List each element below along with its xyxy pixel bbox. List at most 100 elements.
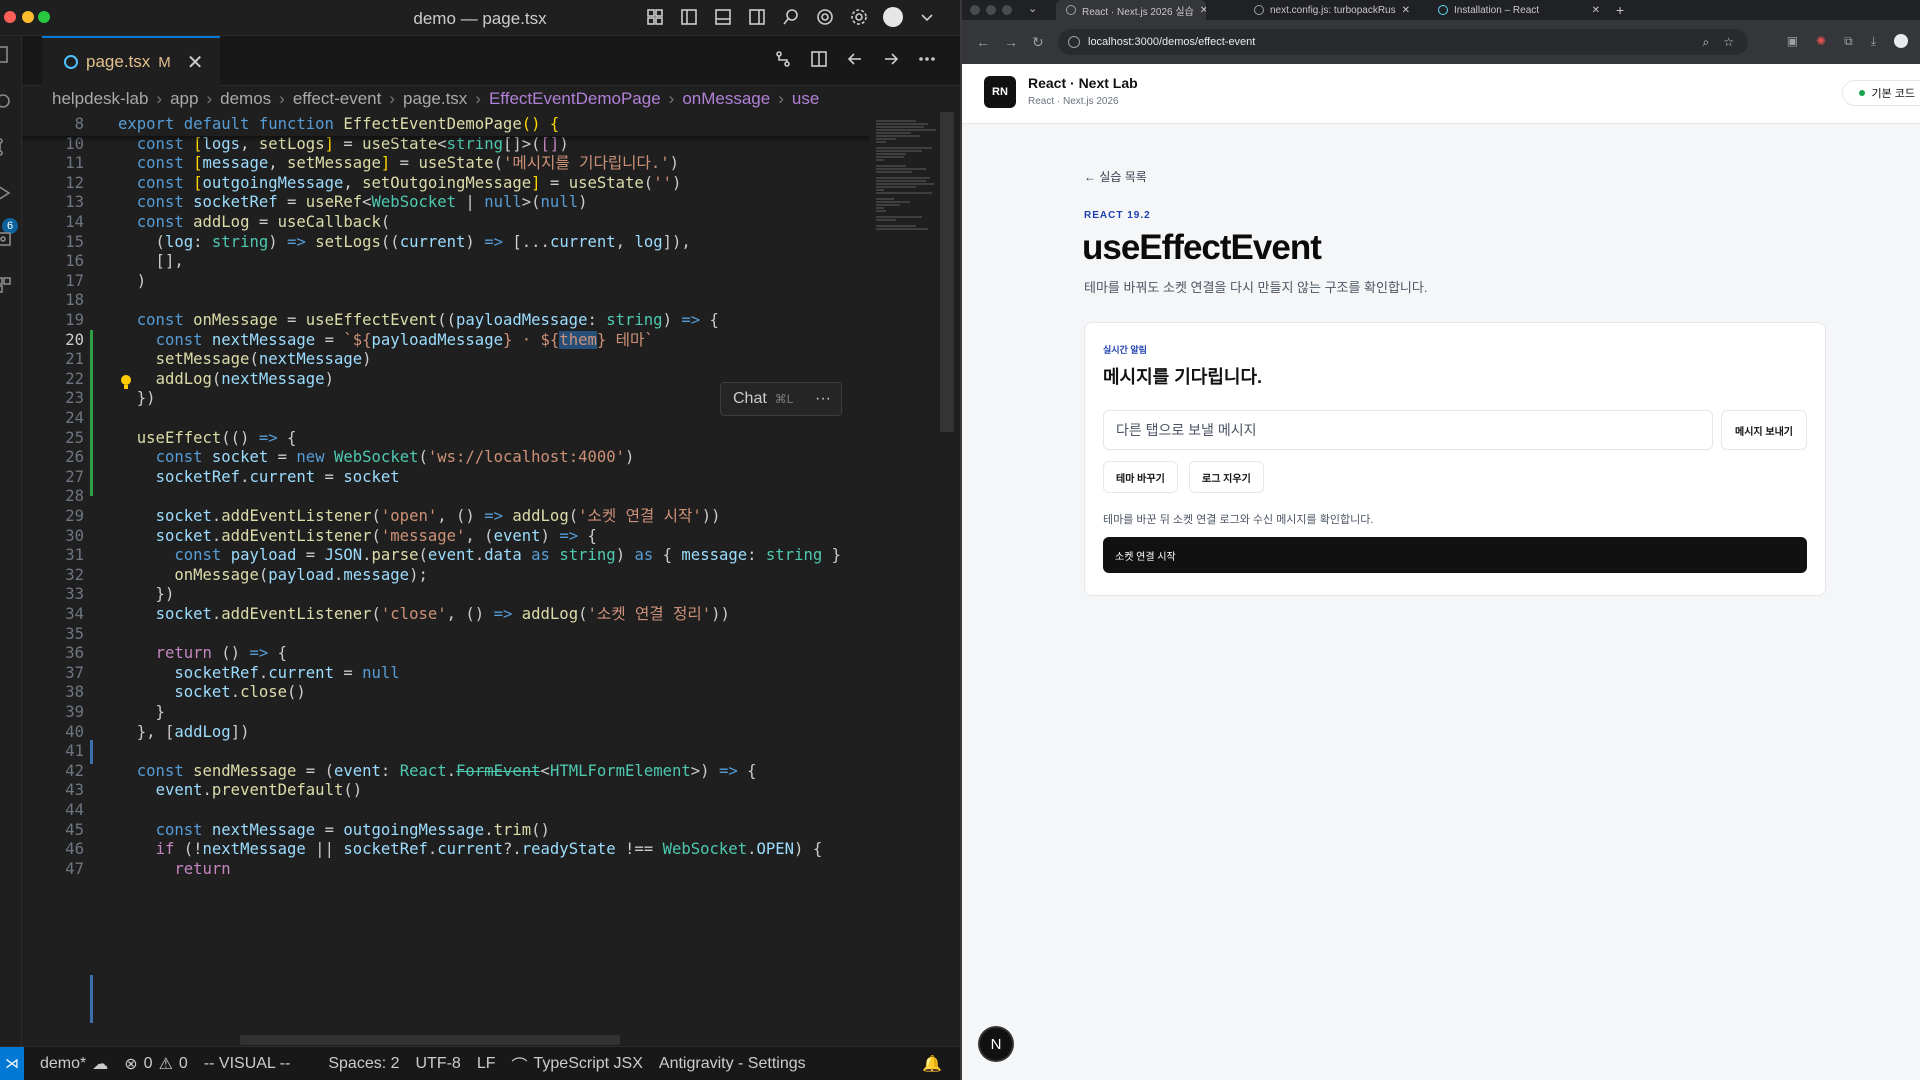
code-mode-pill[interactable]: 기본 코드 [1842,80,1920,106]
nextjs-dev-indicator[interactable]: N [980,1028,1012,1060]
download-icon[interactable]: ⤓ [1871,34,1876,49]
breadcrumb-item[interactable]: page.tsx [403,89,467,109]
minimap-line [876,156,904,158]
antigravity-settings[interactable]: Antigravity - Settings [659,1055,806,1073]
warning-count: 0 [178,1054,188,1072]
indentation-status[interactable]: Spaces: 2 [328,1055,399,1073]
code-token: ]), [662,232,691,251]
code-token: { [277,428,297,447]
card-hint: 테마를 바꾼 뒤 소켓 연결 로그와 수신 메시지를 확인합니다. [1103,514,1374,526]
search-view-icon[interactable] [0,90,14,112]
chrome-icon[interactable] [814,6,836,28]
minimap[interactable] [870,112,950,1046]
message-input[interactable] [1103,410,1713,450]
change-theme-button[interactable]: 테마 바꾸기 [1103,461,1178,493]
code-token: ) [615,546,635,565]
forward-arrow-icon[interactable]: → [1004,34,1018,50]
send-message-button[interactable]: 메시지 보내기 [1721,410,1807,450]
chat-more-icon[interactable]: ··· [815,390,831,408]
remote-explorer-icon[interactable] [0,228,14,250]
new-tab-button[interactable]: + [1616,2,1624,18]
minimap-line [876,189,884,191]
code-token: payloadMessage [456,311,588,329]
notifications-bell-icon[interactable]: 🔔 [922,1054,942,1074]
extensions-icon[interactable] [0,274,14,296]
code-line[interactable]: 47 return [22,857,870,881]
profile-avatar[interactable] [1894,34,1908,48]
sticky-scroll-line[interactable]: 8 export default function EffectEventDemo… [22,112,870,136]
extension-icon[interactable]: ▣ [1787,34,1798,49]
breadcrumb-item[interactable]: helpdesk-lab [52,89,148,109]
more-actions-icon[interactable] [916,48,938,70]
source-control-icon[interactable] [0,136,14,158]
breadcrumb-item[interactable]: app [170,89,198,109]
account-avatar[interactable] [882,6,904,28]
minimap-line [876,201,910,203]
customize-layout-icon[interactable] [644,6,666,28]
back-arrow-icon[interactable]: ← [976,34,990,50]
problems-status[interactable]: ⊗ 0 ⚠ 0 [124,1054,188,1074]
close-tab-icon[interactable]: ✕ [1200,5,1206,16]
breadcrumb-item[interactable]: use [792,89,819,109]
breadcrumb-item[interactable]: EffectEventDemoPage [489,89,661,109]
code-token: socket [343,467,400,486]
toggle-sidebar-icon[interactable] [678,6,700,28]
language-status[interactable]: ⌒ TypeScript JSX [512,1052,643,1076]
encoding-status[interactable]: UTF-8 [416,1055,461,1073]
open-changes-icon[interactable] [772,48,794,70]
extensions-area: ▣ ✺ ⧉ ⤓ [1787,34,1908,49]
browser-tab-lab[interactable]: React · Next.js 2026 실습 ✕ [1056,0,1206,20]
toggle-panel-icon[interactable] [712,6,734,28]
app-brand[interactable]: React · Next Lab [1028,75,1138,91]
back-to-list-link[interactable]: ← 실습 목록 [1084,168,1147,185]
lightbulb-icon[interactable] [119,374,133,390]
start-socket-button[interactable]: 소켓 연결 시작 [1103,537,1807,573]
tab-page-tsx[interactable]: page.tsx M ✕ [42,36,220,86]
bookmark-star-icon[interactable]: ☆ [1723,35,1734,50]
site-info-icon[interactable] [1068,36,1080,48]
branch-status[interactable]: demo* ☁ [40,1054,108,1074]
breadcrumb-item[interactable]: effect-event [293,89,382,109]
code-token: HTMLFormElement [549,761,691,780]
extensions-puzzle-icon[interactable]: ⧉ [1844,34,1853,49]
search-icon[interactable] [780,6,802,28]
eol-status[interactable]: LF [477,1055,496,1073]
explorer-icon[interactable] [0,44,14,66]
arrow-left-icon[interactable] [844,48,866,70]
breadcrumb-item[interactable]: onMessage [682,89,770,109]
close-tab-icon[interactable]: ✕ [1402,5,1410,16]
zoom-icon[interactable]: ⌕ [1703,35,1710,50]
code-editor[interactable]: Chat ⌘L ··· 8 export default function Eff… [22,112,870,1046]
run-debug-icon[interactable] [0,182,14,204]
arrow-right-icon[interactable] [880,48,902,70]
inline-chat-hint[interactable]: Chat ⌘L ··· [720,382,842,416]
horizontal-scrollbar[interactable] [240,1035,620,1045]
browser-minimize-dot[interactable] [986,5,996,15]
settings-gear-icon[interactable] [848,6,870,28]
split-editor-icon[interactable] [808,48,830,70]
code-token: message [202,154,269,173]
tab-search-chevron-icon[interactable]: ⌄ [1028,2,1037,15]
clear-logs-button[interactable]: 로그 지우기 [1189,461,1264,493]
remote-indicator-icon[interactable]: ⋊ [0,1046,24,1080]
browser-zoom-dot[interactable] [1002,5,1012,15]
vertical-scrollbar[interactable] [940,112,954,432]
app-logo[interactable]: RN [984,76,1016,108]
close-tab-icon[interactable]: ✕ [187,50,204,75]
breadcrumb-item[interactable]: demos [220,89,271,109]
browser-tab-react-installation[interactable]: Installation – React ✕ [1428,0,1608,20]
address-bar[interactable]: localhost:3000/demos/effect-event ⌕ ☆ [1058,29,1748,55]
code-token: data [484,546,522,565]
browser-close-dot[interactable] [970,5,980,15]
code-token: . [484,820,494,839]
browser-tab-next-config[interactable]: next.config.js: turbopackRus ✕ [1244,0,1414,20]
toggle-secondary-sidebar-icon[interactable] [746,6,768,28]
chevron-down-icon[interactable] [916,6,938,28]
extension-icon[interactable]: ✺ [1816,34,1826,49]
reload-icon[interactable]: ↻ [1032,34,1044,51]
code-token: nextMessage [221,369,325,388]
close-tab-icon[interactable]: ✕ [1592,5,1600,16]
